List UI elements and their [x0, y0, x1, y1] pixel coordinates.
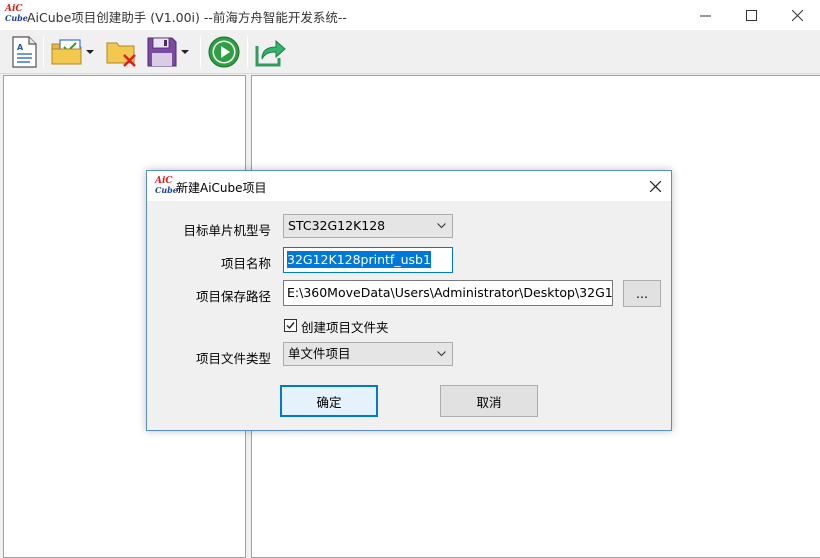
file-type-select[interactable]: 单文件项目 [283, 342, 453, 366]
app-logo-line2: Cube [5, 13, 28, 23]
cancel-button[interactable]: 取消 [440, 385, 538, 417]
cancel-button-label: 取消 [476, 394, 502, 410]
save-button[interactable] [146, 34, 189, 70]
minimize-button[interactable] [682, 0, 728, 30]
close-project-icon [106, 42, 136, 67]
save-path-input[interactable]: E:\360MoveData\Users\Administrator\Deskt… [283, 280, 613, 306]
chevron-down-icon[interactable] [86, 50, 94, 54]
dialog-title-bar: AiC Cube 新建AiCube项目 [147, 171, 671, 201]
browse-button-label: ... [636, 286, 648, 301]
save-path-label: 项目保存路径 [195, 289, 271, 304]
dialog-title: 新建AiCube项目 [176, 181, 267, 195]
project-name-input[interactable]: 32G12K128printf_usb1 [283, 247, 453, 273]
close-icon [649, 180, 661, 192]
run-button[interactable] [208, 34, 240, 70]
toolbar-separator [43, 36, 44, 68]
svg-text:A: A [17, 43, 24, 52]
dialog-logo: AiC Cube [155, 177, 178, 195]
open-project-button[interactable] [51, 34, 94, 70]
minimize-icon [699, 15, 711, 16]
title-bar: AiC Cube AiCube项目创建助手 (V1.00i) --前海方舟智能开… [0, 0, 820, 30]
checkmark-icon [286, 322, 295, 330]
close-window-button[interactable] [774, 0, 820, 30]
new-document-icon: A [12, 36, 37, 68]
toolbar: A [0, 30, 820, 74]
chevron-down-icon [437, 351, 446, 357]
dialog-close-button[interactable] [639, 171, 671, 201]
mcu-model-label: 目标单片机型号 [183, 223, 271, 238]
toolbar-separator [200, 36, 201, 68]
mcu-model-select[interactable]: STC32G12K128 [283, 214, 453, 238]
close-icon [791, 9, 803, 21]
file-type-label: 项目文件类型 [195, 351, 271, 366]
create-folder-label[interactable]: 创建项目文件夹 [301, 317, 389, 336]
open-project-icon [51, 39, 82, 65]
chevron-down-icon [437, 223, 446, 229]
window-title: AiCube项目创建助手 (V1.00i) --前海方舟智能开发系统-- [27, 10, 347, 25]
ok-button[interactable]: 确定 [280, 385, 378, 417]
new-project-dialog: AiC Cube 新建AiCube项目 目标单片机型号 STC32G12K128… [146, 170, 672, 431]
chevron-down-icon[interactable] [181, 50, 189, 54]
ok-button-label: 确定 [316, 394, 342, 410]
export-button[interactable] [254, 34, 286, 70]
mcu-model-value: STC32G12K128 [288, 218, 386, 233]
create-folder-checkbox[interactable] [284, 319, 297, 332]
file-type-value: 单文件项目 [288, 346, 351, 361]
project-name-label: 项目名称 [220, 256, 271, 271]
dialog-logo-line2: Cube [155, 185, 178, 195]
close-project-button[interactable] [106, 34, 138, 70]
toolbar-separator [247, 36, 248, 68]
export-icon [255, 39, 286, 67]
new-project-button[interactable]: A [10, 34, 38, 70]
browse-button[interactable]: ... [623, 280, 661, 307]
maximize-button[interactable] [728, 0, 774, 30]
app-logo: AiC Cube [5, 5, 28, 23]
project-name-value: 32G12K128printf_usb1 [287, 251, 431, 268]
maximize-icon [745, 9, 757, 21]
save-path-value: E:\360MoveData\Users\Administrator\Deskt… [287, 285, 613, 300]
save-icon [147, 37, 177, 67]
run-icon [208, 36, 240, 68]
